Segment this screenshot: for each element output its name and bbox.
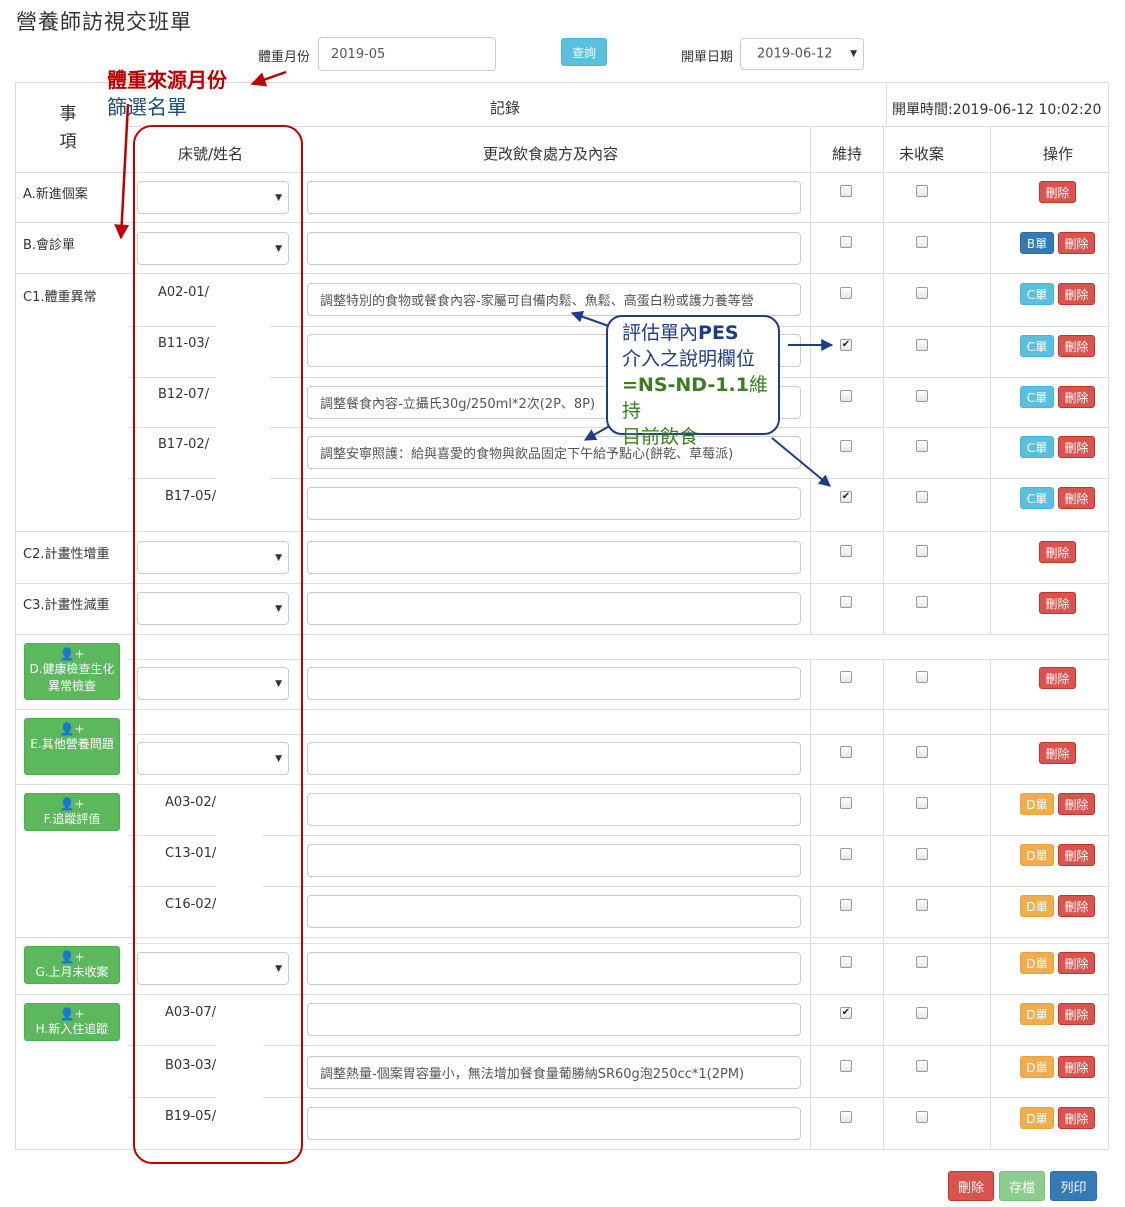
annotation-filter-list: 篩選名單 [107, 95, 187, 119]
annotation-overlay [114, 70, 834, 1164]
blue-arrow [771, 437, 831, 487]
annotation-bubble: 評估單內PES 介入之說明欄位 =NS-ND-1.1維持 目前飲食 [606, 315, 780, 448]
bubble-text: 目前飲食 [622, 426, 699, 448]
bubble-pes: PES [698, 322, 739, 344]
bubble-text: 評估單內 [622, 322, 699, 344]
red-arrow [114, 103, 130, 240]
bubble-code: =NS-ND-1.1 [622, 374, 749, 396]
highlight-frame [133, 125, 303, 1164]
annotation-weight-month: 體重來源月份 [107, 68, 227, 92]
bubble-text: 介入之說明欄位 [622, 348, 756, 370]
red-arrow [250, 70, 287, 87]
